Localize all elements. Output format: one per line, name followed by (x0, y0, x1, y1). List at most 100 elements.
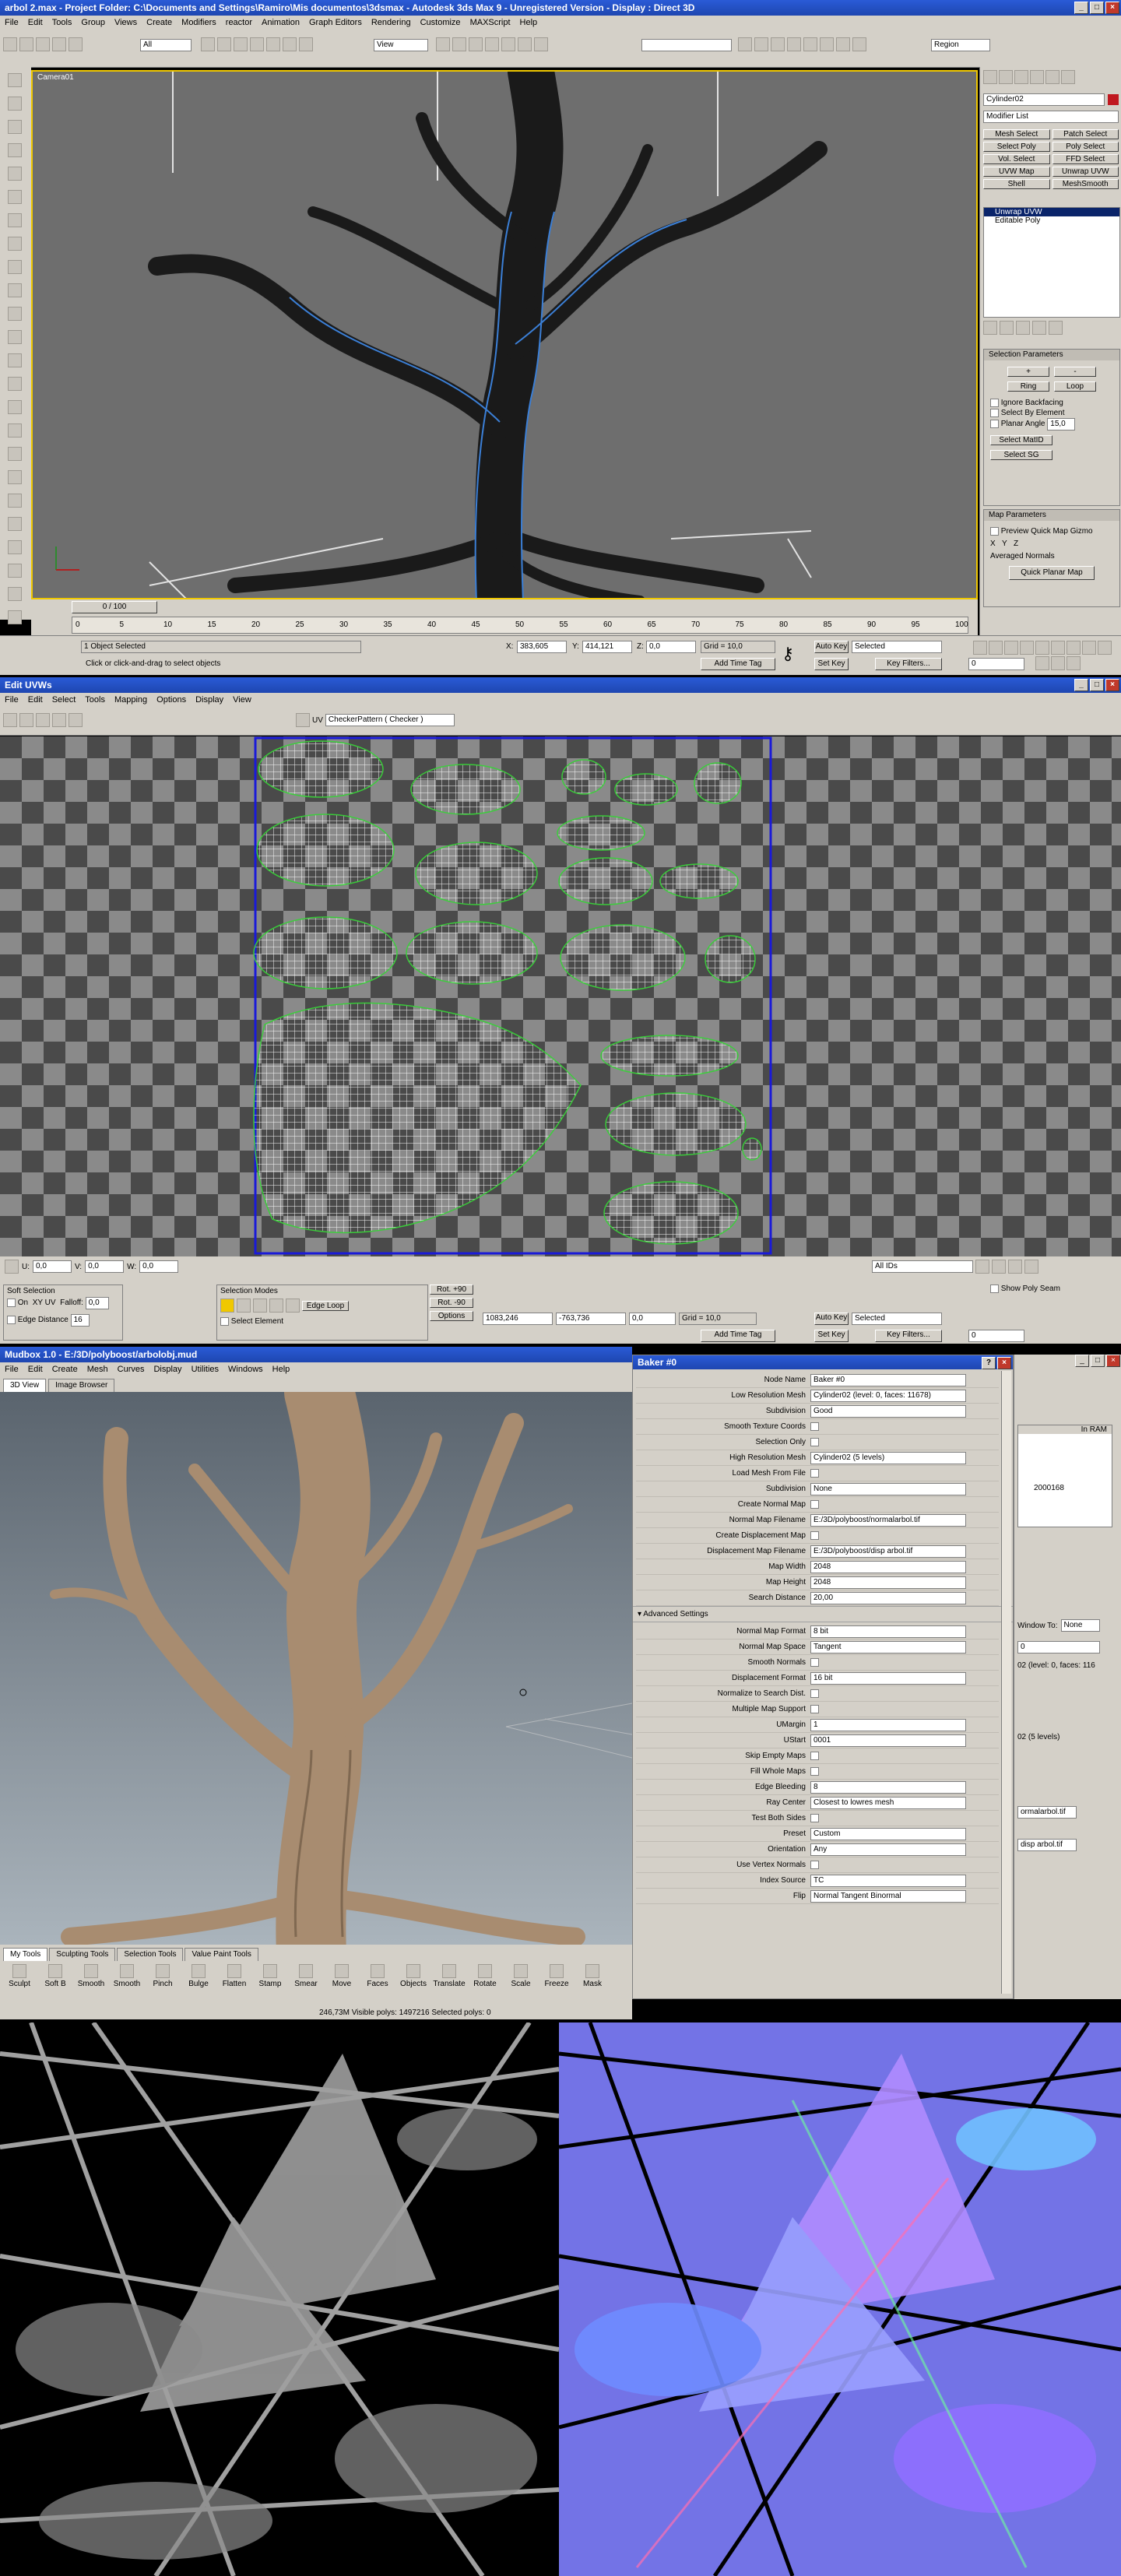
modifier-button-poly-select[interactable]: Poly Select (1052, 142, 1119, 152)
xy-radio[interactable]: XY (33, 1299, 43, 1307)
menu-edit[interactable]: Edit (23, 18, 47, 27)
fov-icon[interactable] (1098, 641, 1112, 655)
tool-smear-8[interactable]: Smear (290, 1964, 322, 1988)
utilities-tab-icon[interactable] (1061, 70, 1075, 84)
render-setup-icon[interactable] (836, 37, 850, 51)
motion-tab-icon[interactable] (1030, 70, 1044, 84)
menu-customize[interactable]: Customize (416, 18, 466, 27)
prev-frame-icon[interactable] (989, 641, 1003, 655)
baker-value-normal-map-format[interactable]: 8 bit (810, 1625, 966, 1638)
tool-rotate-13[interactable]: Rotate (469, 1964, 501, 1988)
baker-value-displacement-map-filename[interactable]: E:/3D/polyboost/disp arbol.tif (810, 1545, 966, 1558)
rotate-icon[interactable] (283, 37, 297, 51)
side-tool-16-icon[interactable] (8, 423, 22, 438)
menu-modifiers[interactable]: Modifiers (177, 18, 221, 27)
set-key-button[interactable]: Set Key (814, 658, 849, 670)
side-tool-21-icon[interactable] (8, 540, 22, 554)
side-tool-14-icon[interactable] (8, 377, 22, 391)
side-tool-7-icon[interactable] (8, 213, 22, 227)
averaged-normals-label[interactable]: Averaged Normals (990, 552, 1055, 561)
mudbox-3d-view[interactable] (0, 1392, 632, 1945)
modifier-button-vol-select[interactable]: Vol. Select (983, 154, 1050, 164)
all-ids-dropdown[interactable]: All IDs (872, 1260, 973, 1273)
render-icon[interactable] (852, 37, 866, 51)
side-tool-15-icon[interactable] (8, 400, 22, 414)
schematic-icon[interactable] (803, 37, 817, 51)
side-tool-13-icon[interactable] (8, 353, 22, 367)
baker-checkbox-smooth-normals[interactable] (810, 1658, 819, 1667)
menu-maxscript[interactable]: MAXScript (466, 18, 515, 27)
tool-mask-16[interactable]: Mask (576, 1964, 609, 1988)
tool-freeze-15[interactable]: Freeze (540, 1964, 573, 1988)
maximize-viewport-icon[interactable] (1067, 656, 1081, 670)
baker-checkbox-smooth-texture-coords[interactable] (810, 1422, 819, 1431)
rotate-uv-icon[interactable] (19, 713, 33, 727)
map-parameters-header[interactable]: Map Parameters (984, 510, 1119, 521)
axis-z-radio[interactable]: Z (1014, 539, 1018, 548)
key-filters-button[interactable]: Key Filters... (875, 658, 942, 670)
uvw-zoom-extents-icon[interactable] (1024, 1260, 1038, 1274)
show-map-icon[interactable] (296, 713, 310, 727)
side-normal-file[interactable]: ormalarbol.tif (1017, 1806, 1077, 1819)
link-icon[interactable] (36, 37, 50, 51)
side-tool-22-icon[interactable] (8, 564, 22, 578)
modifier-button-meshsmooth[interactable]: MeshSmooth (1052, 179, 1119, 189)
uvw-pan-icon[interactable] (975, 1260, 989, 1274)
snaps-icon[interactable] (469, 37, 483, 51)
baker-checkbox-multiple-map-support[interactable] (810, 1705, 819, 1713)
baker-value-displacement-format[interactable]: 16 bit (810, 1671, 966, 1685)
menu-tools[interactable]: Tools (47, 18, 77, 27)
baker-value-subdivision[interactable]: Good (810, 1404, 966, 1418)
baker-checkbox-test-both-sides[interactable] (810, 1814, 819, 1822)
mud-menu-display[interactable]: Display (149, 1365, 186, 1374)
stack-item-unwrap[interactable]: Unwrap UVW (984, 208, 1119, 216)
v-field[interactable]: 0,0 (85, 1260, 125, 1273)
baker-checkbox-use-vertex-normals[interactable] (810, 1861, 819, 1869)
select-sg-button[interactable]: Select SG (990, 450, 1052, 460)
side-tool-23-icon[interactable] (8, 587, 22, 601)
zoom-icon[interactable] (1035, 641, 1049, 655)
side-minimize-button[interactable]: _ (1075, 1355, 1089, 1367)
uvw-frame-field[interactable]: 0 (968, 1330, 1024, 1342)
quick-planar-map-button[interactable]: Quick Planar Map (1009, 566, 1095, 580)
side-tool-12-icon[interactable] (8, 330, 22, 344)
modifier-list-dropdown[interactable]: Modifier List (983, 111, 1119, 123)
show-end-result-icon[interactable] (1000, 321, 1014, 335)
menu-group[interactable]: Group (76, 18, 110, 27)
memory-list[interactable]: In RAM 2000168 (1017, 1425, 1112, 1527)
grow-sel-icon[interactable] (269, 1299, 283, 1313)
axis-x-radio[interactable]: X (990, 539, 996, 548)
mirror-icon[interactable] (69, 713, 83, 727)
mud-menu-help[interactable]: Help (268, 1365, 295, 1374)
z-coord-field[interactable]: 0,0 (646, 641, 696, 653)
side-tool-2-icon[interactable] (8, 97, 22, 111)
mud-menu-edit[interactable]: Edit (23, 1365, 47, 1374)
hierarchy-tab-icon[interactable] (1014, 70, 1028, 84)
baker-value-orientation[interactable]: Any (810, 1843, 966, 1856)
menu-graph-editors[interactable]: Graph Editors (304, 18, 367, 27)
named-selection-field[interactable] (641, 39, 732, 51)
baker-value-normal-map-space[interactable]: Tangent (810, 1640, 966, 1653)
side-tool-8-icon[interactable] (8, 237, 22, 251)
tool-tab-my-tools[interactable]: My Tools (3, 1948, 48, 1961)
pivot-icon[interactable] (436, 37, 450, 51)
w-field[interactable]: 0,0 (139, 1260, 179, 1273)
uvw-minimize-button[interactable]: _ (1074, 679, 1088, 691)
edge-distance-field[interactable]: 16 (70, 1314, 90, 1327)
tool-flatten-6[interactable]: Flatten (218, 1964, 251, 1988)
baker-close-button[interactable]: × (997, 1357, 1011, 1369)
baker-value-preset[interactable]: Custom (810, 1827, 966, 1840)
stack-item-editable-poly[interactable]: Editable Poly (984, 216, 1119, 225)
planar-angle-checkbox[interactable] (990, 419, 999, 428)
mirror-icon[interactable] (738, 37, 752, 51)
baker-checkbox-load-mesh-from-file[interactable] (810, 1469, 819, 1478)
baker-help-button[interactable]: ? (982, 1357, 996, 1369)
tool-soft-b-1[interactable]: Soft B (39, 1964, 72, 1988)
auto-key-button[interactable]: Auto Key (814, 641, 849, 653)
redo-icon[interactable] (19, 37, 33, 51)
tool-smooth-2[interactable]: Smooth (75, 1964, 107, 1988)
advanced-settings-header[interactable]: ▾ Advanced Settings (633, 1606, 1013, 1622)
baker-value-search-distance[interactable]: 20,00 (810, 1591, 966, 1604)
layers-icon[interactable] (771, 37, 785, 51)
uvw-selected-dropdown[interactable]: Selected (852, 1313, 942, 1325)
